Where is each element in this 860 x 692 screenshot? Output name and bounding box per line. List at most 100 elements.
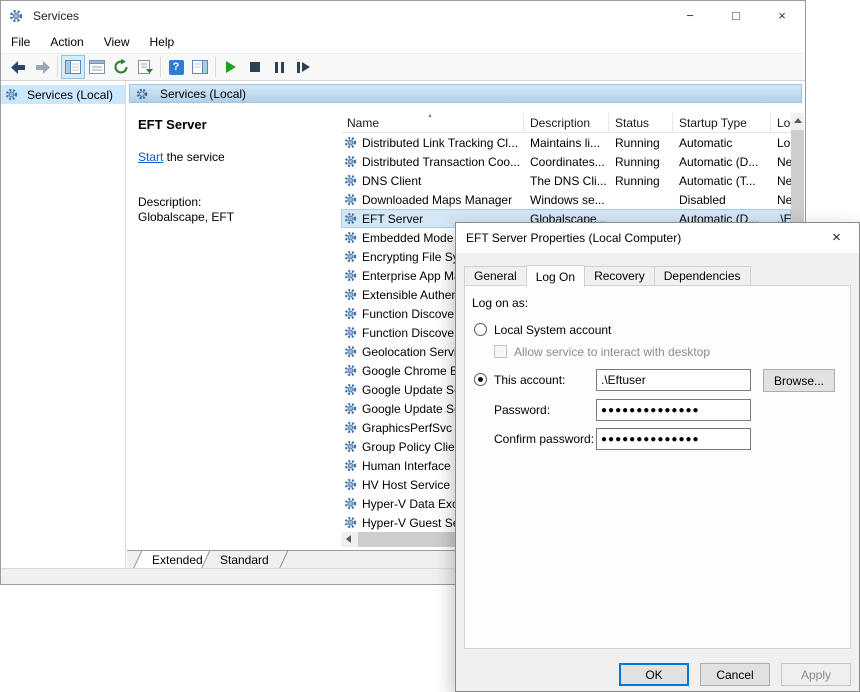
tab-standard[interactable]: Standard [201, 551, 288, 569]
service-gear-icon [344, 288, 358, 301]
description-label: Description: [138, 195, 201, 209]
service-gear-icon [344, 326, 358, 339]
column-header-description[interactable]: Description [524, 113, 609, 132]
description-text: Globalscape, EFT [138, 210, 234, 224]
service-name: EFT Server [362, 212, 423, 226]
results-pane-header: Services (Local) [129, 84, 802, 103]
service-gear-icon [344, 212, 358, 225]
titlebar[interactable]: Services − □ × [1, 1, 805, 31]
restart-service-button[interactable] [291, 55, 315, 79]
service-gear-icon [344, 402, 358, 415]
column-header-startup-type[interactable]: Startup Type [673, 113, 771, 132]
tab-general[interactable]: General [464, 266, 527, 286]
stop-service-button[interactable] [243, 55, 267, 79]
menu-view[interactable]: View [94, 31, 140, 53]
local-system-account-label: Local System account [494, 323, 611, 337]
minimize-button[interactable]: − [667, 1, 713, 30]
service-row[interactable]: DNS Client The DNS Cli... Running Automa… [341, 171, 791, 190]
service-row[interactable]: Distributed Transaction Coo... Coordinat… [341, 152, 791, 171]
services-node-icon [5, 88, 19, 101]
service-status: Running [609, 152, 673, 171]
show-console-tree-button[interactable] [61, 55, 85, 79]
scroll-up-icon [794, 118, 802, 123]
service-log-on-as: Net... [771, 171, 791, 190]
service-log-on-as: Net... [771, 152, 791, 171]
service-status: Running [609, 171, 673, 190]
service-log-on-as: Net... [771, 190, 791, 209]
maximize-button[interactable]: □ [713, 1, 759, 30]
password-input[interactable] [596, 399, 751, 421]
service-name: Hyper-V Guest Se... [362, 516, 469, 530]
service-gear-icon [344, 174, 358, 187]
service-row[interactable]: Downloaded Maps Manager Windows se... Di… [341, 190, 791, 209]
service-name: HV Host Service [362, 478, 450, 492]
menu-file[interactable]: File [1, 31, 40, 53]
service-gear-icon [344, 269, 358, 282]
scroll-left-icon [346, 535, 351, 543]
start-service-line: Start the service [138, 150, 225, 164]
service-gear-icon [344, 478, 358, 491]
service-description: Coordinates... [524, 152, 609, 171]
properties-button[interactable] [85, 55, 109, 79]
service-gear-icon [344, 307, 358, 320]
service-gear-icon [344, 383, 358, 396]
apply-button[interactable]: Apply [781, 663, 851, 686]
tree-item-services-local[interactable]: Services (Local) [1, 85, 125, 104]
service-name: Distributed Transaction Coo... [362, 155, 520, 169]
local-system-account-radio[interactable] [474, 323, 487, 336]
service-gear-icon [344, 193, 358, 206]
toolbar: ? [1, 53, 805, 81]
refresh-button[interactable] [109, 55, 133, 79]
service-row[interactable]: Distributed Link Tracking Cl... Maintain… [341, 133, 791, 152]
service-name: Extensible Authen... [362, 288, 468, 302]
help-icon: ? [169, 60, 184, 75]
service-gear-icon [344, 136, 358, 149]
service-status: Running [609, 133, 673, 152]
account-input[interactable] [596, 369, 751, 391]
service-name: Hyper-V Data Exc... [362, 497, 468, 511]
tab-log-on[interactable]: Log On [526, 265, 585, 287]
cancel-button[interactable]: Cancel [700, 663, 770, 686]
service-description: Maintains li... [524, 133, 609, 152]
start-service-link[interactable]: Start [138, 150, 163, 164]
this-account-label: This account: [494, 373, 565, 387]
list-header: ▲ Name Description Status Startup Type L… [341, 113, 804, 133]
back-button[interactable] [6, 55, 30, 79]
interact-with-desktop-checkbox [494, 345, 507, 358]
pane-header-title: Services (Local) [160, 87, 246, 101]
menu-help[interactable]: Help [140, 31, 185, 53]
service-name: Geolocation Servi... [362, 345, 467, 359]
tab-recovery[interactable]: Recovery [585, 266, 655, 286]
service-startup-type: Automatic (T... [673, 171, 771, 190]
help-button[interactable]: ? [164, 55, 188, 79]
show-action-pane-button[interactable] [188, 55, 212, 79]
service-gear-icon [344, 155, 358, 168]
services-app-icon [9, 9, 23, 23]
close-button[interactable]: × [759, 1, 805, 30]
service-name: Downloaded Maps Manager [362, 193, 512, 207]
dialog-title: EFT Server Properties (Local Computer) [466, 231, 681, 245]
sort-ascending-icon: ▲ [427, 113, 433, 119]
confirm-password-input[interactable] [596, 428, 751, 450]
ok-button[interactable]: OK [619, 663, 689, 686]
menu-action[interactable]: Action [40, 31, 93, 53]
browse-button[interactable]: Browse... [763, 369, 835, 392]
service-name: Function Discove... [362, 307, 464, 321]
stop-icon [250, 62, 260, 72]
dialog-titlebar[interactable]: EFT Server Properties (Local Computer) × [456, 223, 859, 253]
forward-button[interactable] [30, 55, 54, 79]
pause-service-button[interactable] [267, 55, 291, 79]
service-name: Group Policy Clie... [362, 440, 465, 454]
export-list-button[interactable] [133, 55, 157, 79]
tab-dependencies[interactable]: Dependencies [655, 266, 751, 286]
service-name: GraphicsPerfSvc [362, 421, 452, 435]
this-account-radio[interactable] [474, 373, 487, 386]
service-gear-icon [344, 364, 358, 377]
start-service-button[interactable] [219, 55, 243, 79]
column-header-status[interactable]: Status [609, 113, 673, 132]
start-icon [226, 61, 236, 73]
dialog-close-button[interactable]: × [814, 223, 859, 252]
pane-header-icon [136, 88, 150, 100]
eft-server-properties-dialog: EFT Server Properties (Local Computer) ×… [455, 222, 860, 692]
log-on-tab-page [464, 285, 851, 649]
